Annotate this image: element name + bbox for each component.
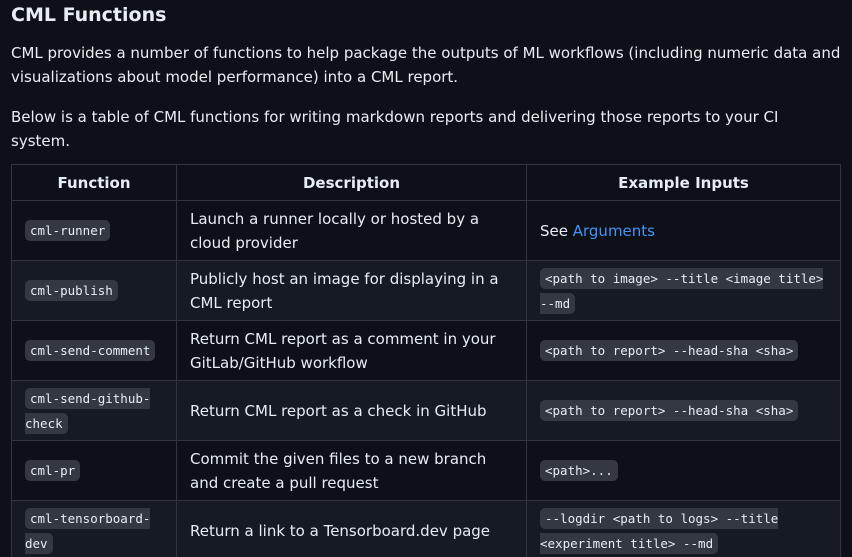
function-code: cml-runner xyxy=(25,220,111,241)
function-cell: cml-publish xyxy=(11,260,177,321)
table-row: cml-tensorboard-dev Return a link to a T… xyxy=(11,500,841,557)
function-code: cml-send-github-check xyxy=(25,387,151,434)
function-cell: cml-pr xyxy=(11,440,177,501)
function-code: cml-tensorboard-dev xyxy=(25,507,151,554)
table-row: cml-pr Commit the given files to a new b… xyxy=(11,440,841,501)
example-cell: <path>... xyxy=(526,440,841,501)
table-row: cml-runner Launch a runner locally or ho… xyxy=(11,200,841,261)
description-cell: Return a link to a Tensorboard.dev page xyxy=(176,500,527,557)
function-cell: cml-tensorboard-dev xyxy=(11,500,177,557)
description-cell: Launch a runner locally or hosted by a c… xyxy=(176,200,527,261)
table-header-row: Function Description Example Inputs xyxy=(11,164,841,201)
example-cell: <path to image> --title <image title> --… xyxy=(526,260,841,321)
function-code: cml-publish xyxy=(25,280,118,301)
functions-table: Function Description Example Inputs cml-… xyxy=(11,164,841,557)
header-description: Description xyxy=(176,164,527,201)
description-cell: Commit the given files to a new branch a… xyxy=(176,440,527,501)
example-code: --logdir <path to logs> --title <experim… xyxy=(540,507,779,554)
example-cell: See Arguments xyxy=(526,200,841,261)
table-row: cml-send-comment Return CML report as a … xyxy=(11,320,841,381)
function-cell: cml-send-comment xyxy=(11,320,177,381)
table-row: cml-publish Publicly host an image for d… xyxy=(11,260,841,321)
example-cell: <path to report> --head-sha <sha> xyxy=(526,320,841,381)
table-intro-paragraph: Below is a table of CML functions for wr… xyxy=(11,108,779,150)
section-heading: CML Functions xyxy=(11,4,167,26)
example-code: <path to image> --title <image title> --… xyxy=(540,267,824,314)
header-function: Function xyxy=(11,164,177,201)
description-cell: Publicly host an image for displaying in… xyxy=(176,260,527,321)
function-code: cml-send-comment xyxy=(25,340,156,361)
description-cell: Return CML report as a check in GitHub xyxy=(176,380,527,441)
example-cell: <path to report> --head-sha <sha> xyxy=(526,380,841,441)
readme-section: CML Functions CML provides a number of f… xyxy=(0,0,852,557)
description-cell: Return CML report as a comment in your G… xyxy=(176,320,527,381)
example-cell: --logdir <path to logs> --title <experim… xyxy=(526,500,841,557)
example-prefix: See xyxy=(540,221,573,240)
arguments-link[interactable]: Arguments xyxy=(573,222,655,240)
table-row: cml-send-github-check Return CML report … xyxy=(11,380,841,441)
function-cell: cml-runner xyxy=(11,200,177,261)
function-cell: cml-send-github-check xyxy=(11,380,177,441)
header-example-inputs: Example Inputs xyxy=(526,164,841,201)
function-code: cml-pr xyxy=(25,460,81,481)
example-code: <path to report> --head-sha <sha> xyxy=(540,400,799,421)
example-code: <path to report> --head-sha <sha> xyxy=(540,340,799,361)
example-code: <path>... xyxy=(540,460,618,481)
intro-paragraph: CML provides a number of functions to he… xyxy=(11,44,841,86)
